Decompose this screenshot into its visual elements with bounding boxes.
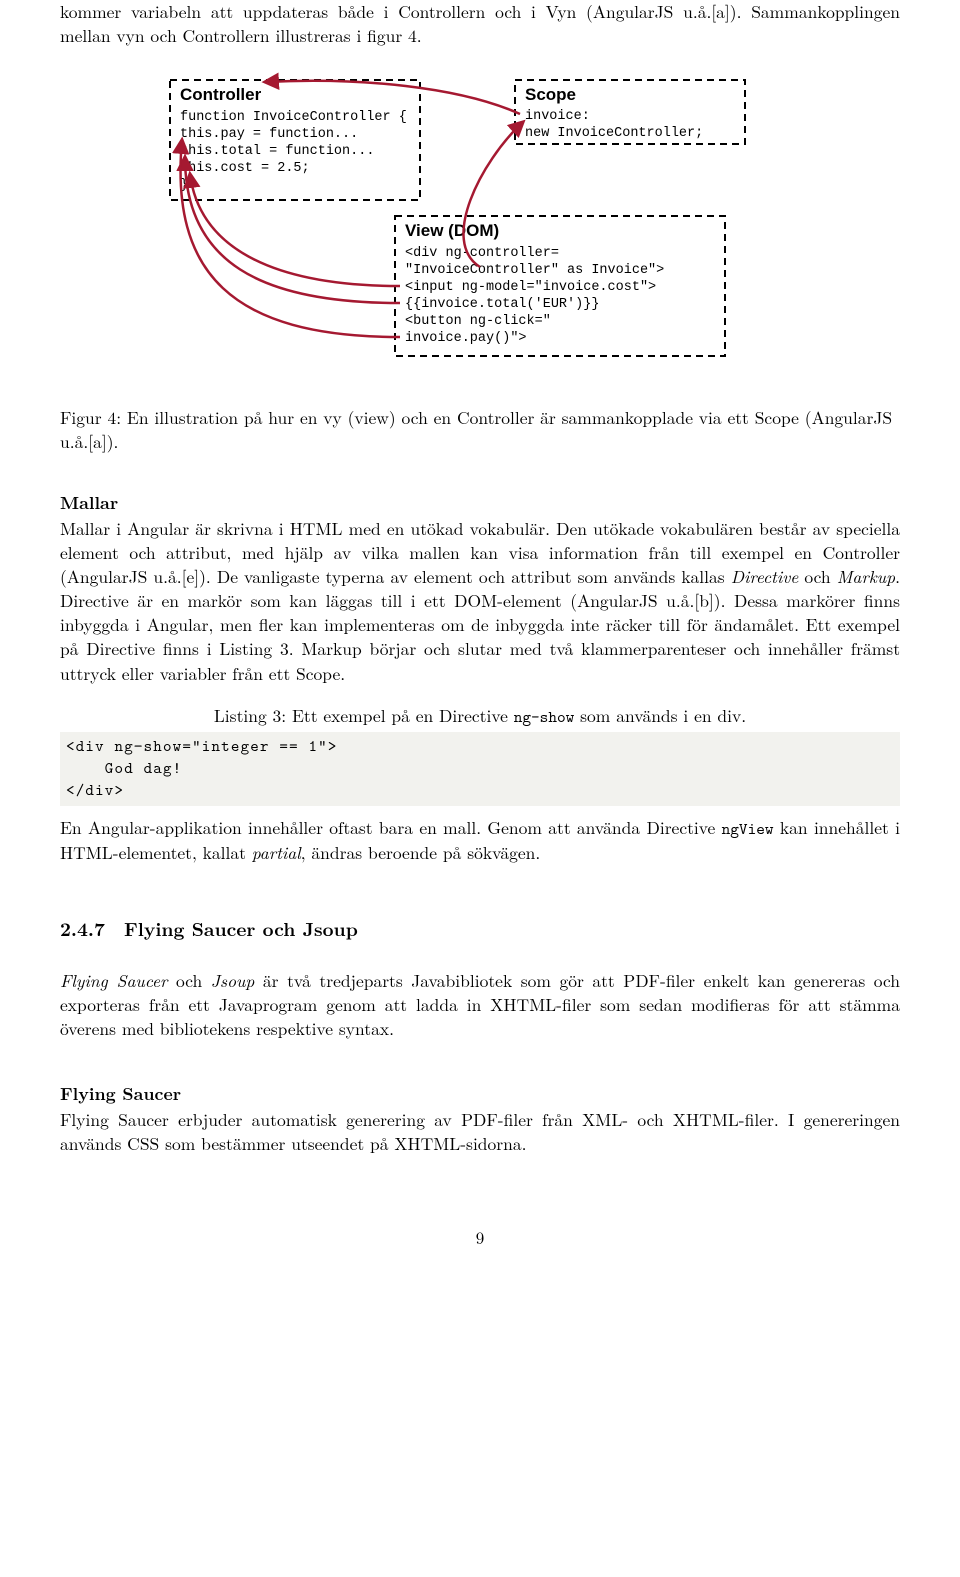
italic-term: Directive	[731, 564, 799, 589]
scope-title: Scope	[525, 85, 576, 104]
view-line: <button ng-click="	[405, 314, 551, 329]
view-line: <input ng-model="invoice.cost">	[405, 280, 656, 295]
text-run: Listing 3: Ett exempel på en Directive	[214, 703, 514, 728]
view-title: View (DOM)	[405, 221, 499, 240]
fs-jsoup-paragraph: Flying Saucer och Jsoup är två tredjepar…	[60, 969, 900, 1041]
section-2-4-7-heading: 2.4.7Flying Saucer och Jsoup	[60, 915, 900, 941]
italic-term: Jsoup	[211, 968, 255, 993]
italic-term: partial	[252, 840, 301, 865]
view-line: <div ng-controller=	[405, 246, 559, 261]
controller-line: this.total = function...	[180, 144, 374, 159]
controller-line: this.cost = 2.5;	[180, 161, 310, 176]
italic-term: Flying Saucer	[60, 968, 167, 993]
text-run: En Angular-applikation innehåller oftast…	[60, 815, 722, 840]
scope-line: invoice:	[525, 109, 590, 124]
arrow-icon	[190, 174, 400, 286]
listing-3-caption: Listing 3: Ett exempel på en Directive n…	[60, 704, 900, 729]
view-line: {{invoice.total('EUR')}}	[405, 297, 599, 312]
section-title: Flying Saucer och Jsoup	[124, 914, 358, 942]
section-number: 2.4.7	[60, 915, 124, 941]
code-term: ngView	[722, 818, 774, 840]
flying-saucer-paragraph: Flying Saucer erbjuder automatisk genere…	[60, 1108, 900, 1156]
controller-line: this.pay = function...	[180, 127, 358, 142]
scope-line: new InvoiceController;	[525, 126, 703, 141]
mallar-heading: Mallar	[60, 491, 900, 515]
figure-4-caption: Figur 4: En illustration på hur en vy (v…	[60, 406, 900, 454]
text-run: och	[798, 564, 836, 589]
arrow-icon	[265, 81, 520, 114]
controller-title: Controller	[180, 85, 262, 104]
mallar-paragraph: Mallar i Angular är skrivna i HTML med e…	[60, 517, 900, 686]
italic-term: Markup	[837, 564, 895, 589]
after-listing-paragraph: En Angular-applikation innehåller oftast…	[60, 816, 900, 865]
text-run: som används i en div.	[574, 703, 746, 728]
view-line: invoice.pay()">	[405, 331, 527, 346]
listing-3-code: <div ng−show="integer == 1"> God dag! </…	[60, 732, 900, 806]
figure-4-diagram: Controller function InvoiceController { …	[160, 72, 800, 382]
view-line: "InvoiceController" as Invoice">	[405, 263, 664, 278]
top-paragraph: kommer variabeln att uppdateras både i C…	[60, 0, 900, 48]
page-number: 9	[60, 1226, 900, 1249]
flying-saucer-heading: Flying Saucer	[60, 1082, 900, 1106]
controller-line: function InvoiceController {	[180, 110, 407, 125]
text-run: och	[167, 968, 210, 993]
code-term: ng-show	[514, 706, 575, 728]
text-run: , ändras beroende på sökvägen.	[301, 840, 540, 865]
